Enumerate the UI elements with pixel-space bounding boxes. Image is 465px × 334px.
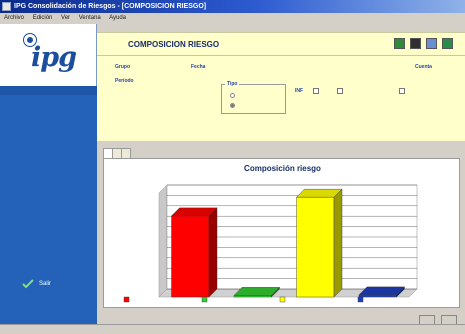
legend-swatch	[279, 296, 286, 303]
main-content: COMPOSICION RIESGO Grupo Fecha Cuenta Pe…	[97, 24, 465, 326]
tipo-legend: Tipo	[225, 81, 240, 87]
chart-panel: Composición riesgo	[103, 158, 460, 308]
chart-side-wall	[158, 184, 168, 298]
close-window-icon[interactable]	[442, 38, 453, 49]
fecha-label: Fecha	[191, 64, 206, 70]
window-icon[interactable]	[426, 38, 437, 49]
menu-bar: Archivo Edición Ver Ventana Ayuda	[0, 13, 465, 24]
exit-label: Salir	[39, 281, 52, 287]
page-title: COMPOSICION RIESGO	[128, 40, 220, 49]
exit-button[interactable]: Salir	[22, 278, 51, 290]
print-icon[interactable]	[410, 38, 421, 49]
checkbox[interactable]	[399, 88, 405, 94]
inf-label: INF	[295, 88, 304, 94]
periodo-label: Período	[115, 78, 134, 84]
logo: ipg	[0, 24, 97, 86]
checkbox-a[interactable]	[313, 88, 319, 94]
bar-side	[333, 188, 343, 298]
bar	[358, 294, 397, 298]
legend-swatch	[201, 296, 208, 303]
header-toolbar	[394, 38, 453, 49]
sidebar-divider	[0, 86, 97, 95]
tab-strip	[103, 148, 131, 158]
cuenta-label: Cuenta	[415, 64, 432, 70]
checkbox-option-1[interactable]	[337, 88, 346, 94]
radio-option-1[interactable]	[230, 93, 238, 98]
menu-item-archivo[interactable]: Archivo	[4, 15, 24, 21]
radio-option-2[interactable]	[230, 103, 238, 108]
menu-item-ayuda[interactable]: Ayuda	[109, 15, 126, 21]
bar-side	[208, 207, 218, 298]
excel-icon[interactable]	[394, 38, 405, 49]
legend-swatch	[357, 296, 364, 303]
app-window: IPG Consolidación de Riesgos - [COMPOSIC…	[0, 0, 465, 334]
app-icon	[2, 2, 11, 11]
bar	[296, 196, 335, 298]
bar	[171, 215, 210, 298]
tipo-fieldset: Tipo	[221, 81, 286, 114]
menu-item-ver[interactable]: Ver	[61, 15, 70, 21]
checkbox[interactable]	[313, 88, 319, 94]
chart	[123, 184, 418, 303]
tab-3[interactable]	[121, 148, 131, 158]
window-title: IPG Consolidación de Riesgos - [COMPOSIC…	[14, 3, 207, 10]
legend-swatch	[123, 296, 130, 303]
menu-item-ventana[interactable]: Ventana	[79, 15, 101, 21]
checkbox[interactable]	[337, 88, 343, 94]
logo-text: ipg	[31, 42, 77, 73]
status-bar	[0, 324, 465, 334]
checkmark-icon	[22, 279, 34, 289]
sidebar: ipg Salir	[0, 24, 97, 324]
bar	[233, 295, 272, 298]
radio-button[interactable]	[230, 93, 235, 98]
filter-panel: Grupo Fecha Cuenta Período Tipo INF	[97, 56, 465, 141]
page-header: COMPOSICION RIESGO	[97, 32, 465, 56]
title-bar: IPG Consolidación de Riesgos - [COMPOSIC…	[0, 0, 465, 13]
grupo-label: Grupo	[115, 64, 130, 70]
checkbox-option-2[interactable]	[399, 88, 408, 94]
menu-item-edicion[interactable]: Edición	[33, 15, 53, 21]
radio-button-selected[interactable]	[230, 103, 235, 108]
